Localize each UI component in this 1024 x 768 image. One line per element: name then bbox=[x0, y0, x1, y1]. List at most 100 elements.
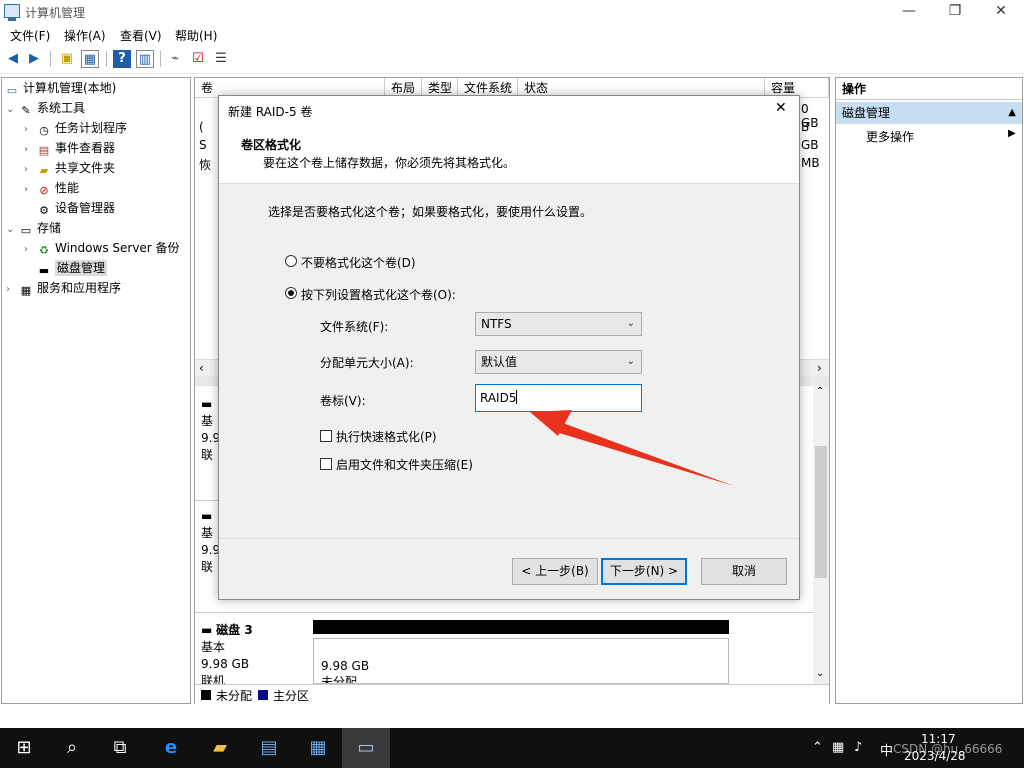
volume-label-label: 卷标(V): bbox=[320, 394, 366, 408]
internet-explorer-icon[interactable]: e bbox=[159, 736, 183, 760]
taskbar: ⊞ ⌕ ⧉ e ▰ ▤ ▦ ▭ ⌃ ▦ ♪ 中 11:17 2023/4/28 … bbox=[0, 728, 1024, 768]
check-icon[interactable]: ☑ bbox=[189, 50, 207, 68]
quick-format-checkbox[interactable] bbox=[320, 430, 332, 442]
properties-icon[interactable]: ☰ bbox=[212, 50, 230, 68]
scroll-down-icon[interactable]: ⌄ bbox=[816, 668, 824, 679]
file-explorer-icon[interactable]: ▰ bbox=[208, 736, 232, 760]
close-button[interactable]: ✕ bbox=[978, 0, 1024, 24]
collapse-icon[interactable]: ▲ bbox=[1008, 102, 1016, 124]
format-label[interactable]: 按下列设置格式化这个卷(O): bbox=[301, 286, 456, 303]
scroll-left-icon[interactable]: ‹ bbox=[199, 361, 204, 375]
chevron-right-icon[interactable]: ▶ bbox=[1008, 128, 1016, 139]
server-manager-icon[interactable]: ▤ bbox=[257, 736, 281, 760]
device-manager-icon: ⚙ bbox=[39, 204, 49, 217]
tree-performance[interactable]: › ⊘ 性能 bbox=[24, 178, 79, 198]
tree-services-apps[interactable]: › ▦ 服务和应用程序 bbox=[6, 278, 121, 298]
chevron-down-icon[interactable]: ⌄ bbox=[6, 220, 18, 240]
performance-icon: ⊘ bbox=[39, 184, 49, 197]
menu-view[interactable]: 查看(V) bbox=[120, 27, 162, 44]
ime-indicator[interactable]: 中 bbox=[880, 740, 893, 759]
no-format-label[interactable]: 不要格式化这个卷(D) bbox=[301, 254, 416, 271]
back-button[interactable]: < 上一步(B) bbox=[512, 558, 598, 585]
chevron-right-icon[interactable]: › bbox=[24, 160, 36, 180]
tree-system-tools[interactable]: ⌄ ✎ 系统工具 bbox=[6, 98, 85, 118]
search-icon[interactable]: ⌕ bbox=[60, 736, 84, 760]
volume-row-prefix[interactable]: ( bbox=[199, 120, 204, 134]
actions-section-disk-management[interactable]: 磁盘管理 ▲ bbox=[836, 102, 1022, 124]
tray-expand-icon[interactable]: ⌃ bbox=[812, 740, 823, 755]
filesystem-label: 文件系统(F): bbox=[320, 320, 389, 334]
tray-network-icon[interactable]: ▦ bbox=[832, 740, 844, 755]
volume-muted-icon[interactable]: ♪ bbox=[854, 740, 862, 755]
maximize-button[interactable]: ❐ bbox=[932, 0, 978, 24]
menu-help[interactable]: 帮助(H) bbox=[175, 27, 217, 44]
unallocated-partition[interactable]: 9.98 GB 未分配 bbox=[313, 638, 729, 684]
actions-header: 操作 bbox=[836, 78, 1022, 100]
navigation-tree: ▭ 计算机管理(本地) ⌄ ✎ 系统工具 › ◷ 任务计划程序 › ▤ 事件查看器 › ▰ 共享文… bbox=[1, 77, 191, 704]
dialog-title: 新建 RAID-5 卷 bbox=[228, 105, 313, 119]
chevron-right-icon[interactable]: › bbox=[24, 140, 36, 160]
tree-disk-management[interactable]: ▬ 磁盘管理 bbox=[36, 258, 108, 278]
primary-swatch bbox=[258, 690, 268, 700]
filesystem-value: NTFS bbox=[481, 317, 512, 331]
connect-icon[interactable]: ⌁ bbox=[166, 50, 184, 68]
forward-arrow-icon[interactable]: ▶ bbox=[25, 50, 43, 68]
actions-panel: 操作 磁盘管理 ▲ 更多操作 ▶ bbox=[835, 77, 1023, 704]
quick-format-label[interactable]: 执行快速格式化(P) bbox=[336, 428, 437, 445]
scroll-up-icon[interactable]: ⌃ bbox=[816, 386, 824, 397]
no-format-radio[interactable] bbox=[285, 255, 297, 267]
show-hide-tree-icon[interactable]: ▦ bbox=[81, 50, 99, 68]
dialog-title-bar: 新建 RAID-5 卷 ✕ bbox=[219, 96, 799, 124]
chevron-down-icon[interactable]: ⌄ bbox=[6, 100, 18, 120]
tree-device-manager[interactable]: ⚙ 设备管理器 bbox=[36, 198, 115, 218]
chevron-right-icon[interactable]: › bbox=[24, 120, 36, 140]
format-radio[interactable] bbox=[285, 287, 297, 299]
legend: 未分配 主分区 bbox=[195, 684, 829, 704]
scroll-right-icon[interactable]: › bbox=[817, 361, 822, 375]
back-arrow-icon[interactable]: ◀ bbox=[4, 50, 22, 68]
more-actions[interactable]: 更多操作 bbox=[866, 128, 914, 145]
disk-icon: ▬ bbox=[201, 623, 217, 637]
filesystem-select[interactable]: NTFS ⌄ bbox=[475, 312, 642, 336]
chevron-right-icon[interactable]: › bbox=[6, 280, 18, 300]
scrollbar-thumb[interactable] bbox=[815, 446, 827, 578]
cancel-button[interactable]: 取消 bbox=[701, 558, 787, 585]
text-cursor bbox=[516, 390, 518, 404]
disk-3-name: 磁盘 3 bbox=[216, 623, 253, 637]
tree-root[interactable]: ▭ 计算机管理(本地) bbox=[4, 78, 117, 98]
help-icon[interactable]: ? bbox=[113, 50, 131, 68]
task-view-icon[interactable]: ⧉ bbox=[108, 736, 132, 760]
disk-3-info[interactable]: ▬ 磁盘 3 基本 9.98 GB 联机 bbox=[201, 622, 305, 690]
volume-label-value: RAID5 bbox=[480, 391, 517, 405]
chevron-right-icon[interactable]: › bbox=[24, 240, 36, 260]
dialog-close-icon[interactable]: ✕ bbox=[775, 100, 787, 116]
tree-storage[interactable]: ⌄ ▭ 存储 bbox=[6, 218, 61, 238]
action-pane-icon[interactable]: ▥ bbox=[136, 50, 154, 68]
unallocated-bar bbox=[313, 620, 729, 634]
services-icon: ▦ bbox=[20, 284, 32, 297]
volume-row-prefix[interactable]: S bbox=[199, 138, 207, 152]
legend-primary: 主分区 bbox=[273, 689, 310, 703]
network-icon[interactable]: ▦ bbox=[306, 736, 330, 760]
tree-event-viewer[interactable]: › ▤ 事件查看器 bbox=[24, 138, 115, 158]
allocation-select[interactable]: 默认值 ⌄ bbox=[475, 350, 642, 374]
tree-shared-folders[interactable]: › ▰ 共享文件夹 bbox=[24, 158, 115, 178]
compression-label[interactable]: 启用文件和文件夹压缩(E) bbox=[336, 456, 473, 473]
minimize-button[interactable]: — bbox=[886, 0, 932, 24]
next-button[interactable]: 下一步(N) > bbox=[601, 558, 687, 585]
menu-action[interactable]: 操作(A) bbox=[64, 27, 106, 44]
computer-management-taskbar-button[interactable]: ▭ bbox=[342, 728, 390, 768]
computer-management-icon: ▭ bbox=[357, 737, 375, 758]
start-windows-icon[interactable]: ⊞ bbox=[12, 736, 36, 760]
dialog-footer-divider bbox=[219, 538, 799, 539]
unallocated-swatch bbox=[201, 690, 211, 700]
volume-row-prefix[interactable]: 恢 bbox=[199, 156, 211, 173]
menu-file[interactable]: 文件(F) bbox=[10, 27, 50, 44]
up-folder-icon[interactable]: ▣ bbox=[58, 50, 76, 68]
allocation-value: 默认值 bbox=[481, 355, 518, 369]
tree-task-scheduler[interactable]: › ◷ 任务计划程序 bbox=[24, 118, 127, 138]
tree-windows-backup[interactable]: › ♻ Windows Server 备份 bbox=[24, 238, 180, 258]
volume-capacity: B bbox=[801, 120, 810, 134]
compression-checkbox[interactable] bbox=[320, 458, 332, 470]
chevron-right-icon[interactable]: › bbox=[24, 180, 36, 200]
